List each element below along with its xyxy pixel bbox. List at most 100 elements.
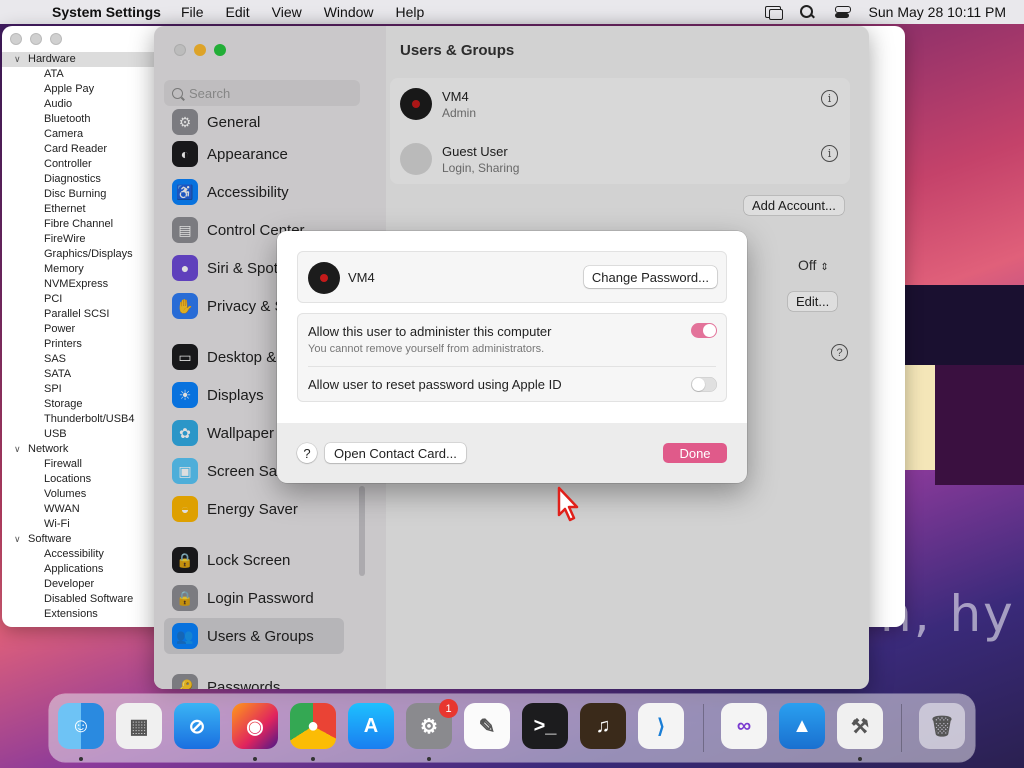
firefox-icon[interactable]: ◉ [232,703,278,749]
menu-window[interactable]: Window [324,4,374,20]
running-indicator [253,757,257,761]
tree-item[interactable]: SAS [2,352,154,367]
tree-item[interactable]: Memory [2,262,154,277]
open-contact-card-button[interactable]: Open Contact Card... [325,443,466,463]
tree-item[interactable]: Apple Pay [2,82,154,97]
admin-option-label: Allow this user to administer this compu… [308,324,552,339]
app-menu[interactable]: System Settings [52,4,161,20]
chevron-down-icon[interactable]: ∨ [14,532,28,547]
menu-file[interactable]: File [181,4,204,20]
change-password-button[interactable]: Change Password... [583,266,717,288]
tree-item[interactable]: Printers [2,337,154,352]
tree-item[interactable]: Fibre Channel [2,217,154,232]
tree-item[interactable]: Storage [2,397,154,412]
tree-item[interactable]: Camera [2,127,154,142]
mouse-cursor-icon [557,486,579,522]
dock: ☺ ▦ ⊘ ◉ ● A ⚙ 1 ✎ >_ ♫ ⟩ ∞ ▲ ⚒ 🗑 [49,694,975,762]
menubar-clock[interactable]: Sun May 28 10:11 PM [869,4,1006,20]
zoom-button[interactable] [50,33,62,45]
tree-item[interactable]: Thunderbolt/USB4 [2,412,154,427]
textedit-icon[interactable]: ✎ [464,703,510,749]
tree-group-hardware[interactable]: ∨ Hardware [2,52,154,67]
tree-item[interactable]: SATA [2,367,154,382]
tree-item[interactable]: Developer [2,577,154,592]
tree-item[interactable]: Ethernet [2,202,154,217]
tree-item[interactable]: Extensions [2,607,154,622]
chevron-down-icon[interactable]: ∨ [14,442,28,457]
terminal-icon[interactable]: >_ [522,703,568,749]
reset-password-toggle[interactable] [691,377,717,392]
spotlight-search-icon[interactable] [799,5,817,19]
close-button[interactable] [10,33,22,45]
tree-item[interactable]: Parallel SCSI [2,307,154,322]
finder-icon[interactable]: ☺ [58,703,104,749]
menu-edit[interactable]: Edit [226,4,250,20]
tree-item[interactable]: Audio [2,97,154,112]
safari-icon[interactable]: ⊘ [174,703,220,749]
tree-group-label: Network [28,443,69,455]
running-indicator [79,757,83,761]
tree-group-label: Software [28,533,72,545]
tree-item[interactable]: PCI [2,292,154,307]
garageband-icon[interactable]: ♫ [580,703,626,749]
tree-item[interactable]: ATA [2,67,154,82]
user-name: VM4 [348,270,375,285]
permissions-card: Allow this user to administer this compu… [297,313,727,402]
tree-item[interactable]: Disabled Software [2,592,154,607]
help-button[interactable]: ? [297,443,317,463]
tree-item[interactable]: USB [2,427,154,442]
launchpad-icon[interactable]: ▦ [116,703,162,749]
tree-item[interactable]: Firewall [2,457,154,472]
screen-mirroring-icon[interactable] [764,6,783,20]
system-information-icon[interactable]: ⚒ [837,703,883,749]
visual-studio-icon[interactable]: ∞ [721,703,767,749]
hardware-tree: ∨ Hardware ATA Apple Pay Audio Bluetooth Camer… [2,52,154,622]
tree-group-software[interactable]: ∨ Software [2,532,154,547]
tree-item[interactable]: Accessibility [2,547,154,562]
avatar [308,262,340,294]
tree-item[interactable]: Power [2,322,154,337]
running-indicator [858,757,862,761]
tree-item[interactable]: SPI [2,382,154,397]
system-settings-icon[interactable]: ⚙ 1 [406,699,458,749]
divider [308,366,716,367]
tree-item[interactable]: Volumes [2,487,154,502]
app-store-icon[interactable]: A [348,703,394,749]
keynote-icon[interactable]: ▲ [779,703,825,749]
running-indicator [427,757,431,761]
user-edit-sheet: VM4 Change Password... Allow this user t… [277,231,747,483]
dock-separator [901,704,902,752]
chevron-down-icon[interactable]: ∨ [14,52,28,67]
control-center-icon[interactable] [834,5,851,19]
tree-item[interactable]: Bluetooth [2,112,154,127]
menu-bar: System Settings File Edit View Window He… [0,0,1024,24]
desktop-wallpaper-art [905,285,1024,365]
tree-group-network[interactable]: ∨ Network [2,442,154,457]
tree-item[interactable]: Locations [2,472,154,487]
chrome-icon[interactable]: ● [290,703,336,749]
tree-item[interactable]: Graphics/Displays [2,247,154,262]
vscode-icon[interactable]: ⟩ [638,703,684,749]
tree-item[interactable]: Wi-Fi [2,517,154,532]
admin-option-note: You cannot remove yourself from administ… [308,343,545,355]
admin-toggle[interactable] [691,323,717,338]
tree-item[interactable]: FireWire [2,232,154,247]
tree-item[interactable]: Applications [2,562,154,577]
reset-password-option-label: Allow user to reset password using Apple… [308,377,562,392]
notification-badge: 1 [439,699,458,718]
done-button[interactable]: Done [663,443,727,463]
dock-separator [703,704,704,752]
tree-group-label: Hardware [28,53,76,65]
desktop-wallpaper-art [905,365,935,470]
tree-item[interactable]: WWAN [2,502,154,517]
trash-icon[interactable]: 🗑 [919,703,965,749]
menu-help[interactable]: Help [396,4,425,20]
user-card: VM4 Change Password... [297,251,727,303]
tree-item[interactable]: Card Reader [2,142,154,157]
tree-item[interactable]: NVMExpress [2,277,154,292]
menu-view[interactable]: View [272,4,302,20]
tree-item[interactable]: Controller [2,157,154,172]
tree-item[interactable]: Diagnostics [2,172,154,187]
tree-item[interactable]: Disc Burning [2,187,154,202]
minimize-button[interactable] [30,33,42,45]
